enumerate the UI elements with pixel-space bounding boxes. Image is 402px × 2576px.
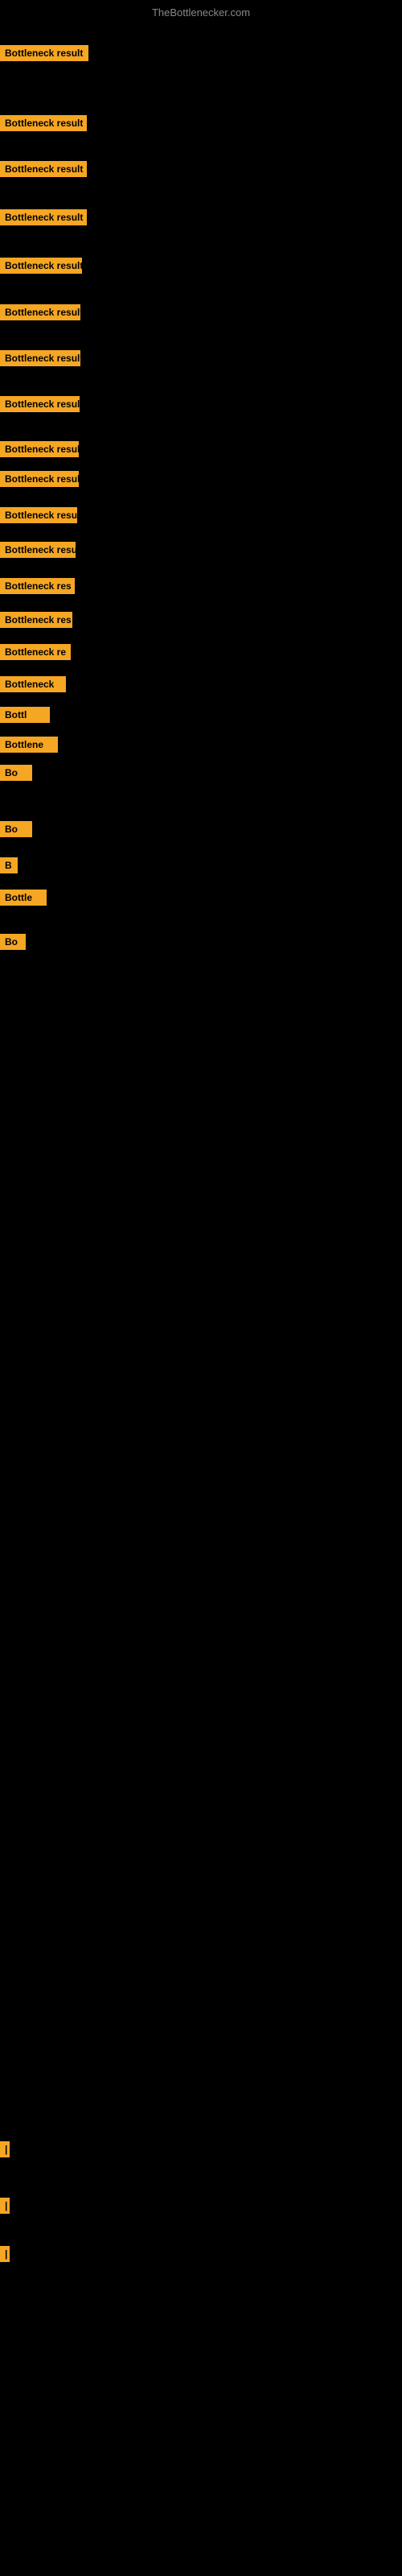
bottleneck-result-badge: Bottleneck result [0, 542, 76, 558]
bottleneck-result-badge: Bottleneck result [0, 258, 82, 274]
bottleneck-result-badge: Bottleneck result [0, 209, 87, 225]
bottleneck-result-badge: Bottleneck result [0, 396, 80, 412]
bottleneck-result-badge: | [0, 2198, 10, 2214]
bottleneck-result-badge: Bottleneck result [0, 304, 80, 320]
bottleneck-result-badge: | [0, 2246, 10, 2262]
bottleneck-result-badge: Bottleneck result [0, 441, 79, 457]
bottleneck-result-badge: Bottleneck res [0, 612, 72, 628]
bottleneck-result-badge: Bottleneck result [0, 471, 79, 487]
bottleneck-result-badge: | [0, 2141, 10, 2157]
bottleneck-result-badge: Bottle [0, 890, 47, 906]
bottleneck-result-badge: Bo [0, 934, 26, 950]
bottleneck-result-badge: Bottleneck result [0, 161, 87, 177]
bottleneck-result-badge: Bo [0, 765, 32, 781]
bottleneck-result-badge: Bottleneck result [0, 45, 88, 61]
bottleneck-result-badge: Bottleneck result [0, 350, 80, 366]
bottleneck-result-badge: B [0, 857, 18, 873]
bottleneck-result-badge: Bo [0, 821, 32, 837]
bottleneck-result-badge: Bottleneck result [0, 115, 87, 131]
bottleneck-result-badge: Bottleneck res [0, 578, 75, 594]
site-title: TheBottlenecker.com [0, 6, 402, 19]
bottleneck-result-badge: Bottl [0, 707, 50, 723]
bottleneck-result-badge: Bottleneck re [0, 644, 71, 660]
bottleneck-result-badge: Bottleneck result [0, 507, 77, 523]
bottleneck-result-badge: Bottleneck [0, 676, 66, 692]
bottleneck-result-badge: Bottlene [0, 737, 58, 753]
